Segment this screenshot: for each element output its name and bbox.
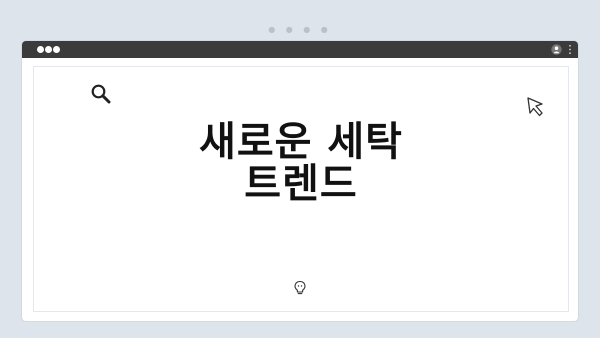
window-dot-icon[interactable]: [37, 46, 44, 53]
page-background: ● ● ● ● 새로운 세탁 트렌드: [0, 0, 600, 338]
headline-line-1: 새로운 세탁: [199, 119, 403, 165]
browser-window: 새로운 세탁 트렌드: [22, 41, 578, 321]
headline-line-2: 트렌드: [244, 161, 358, 207]
content-area: 새로운 세탁 트렌드: [33, 66, 569, 312]
search-icon: [91, 84, 111, 104]
lightbulb-icon: [294, 280, 306, 295]
window-titlebar: [22, 41, 578, 58]
user-icon[interactable]: [551, 44, 562, 55]
cursor-icon: [527, 97, 543, 117]
carousel-dots: ● ● ● ●: [268, 25, 332, 34]
page-headline: 새로운 세탁 트렌드: [34, 121, 568, 205]
window-dot-icon[interactable]: [53, 46, 60, 53]
window-dot-icon[interactable]: [45, 46, 52, 53]
kebab-menu-icon[interactable]: [568, 44, 572, 55]
